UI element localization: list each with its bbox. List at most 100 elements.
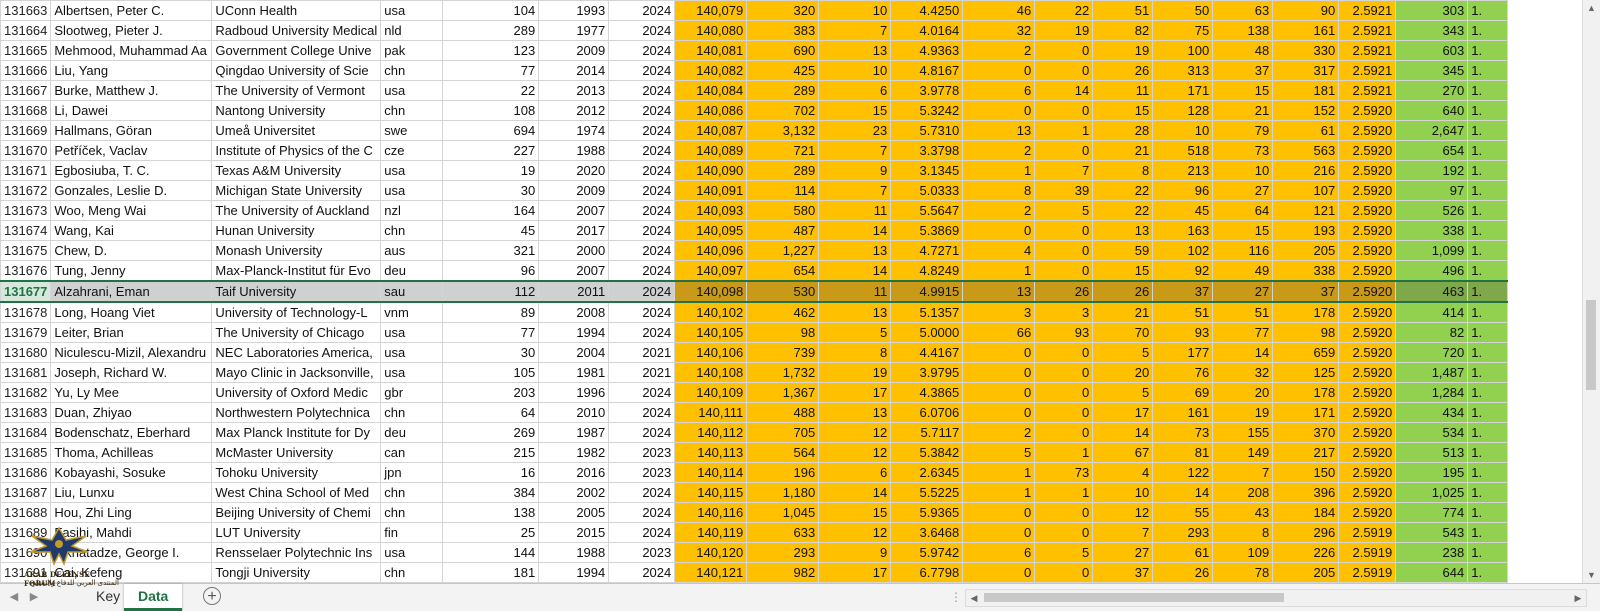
cell-c1[interactable]: 384 [442,482,540,503]
cell-c6[interactable]: 5 [818,322,892,343]
cell-c8[interactable]: 0 [962,522,1036,543]
table-row[interactable]: 131680 Niculescu-Mizil, Alexandru NEC Labo… [0,342,1509,363]
cell-name[interactable]: Hallmans, Göran [50,120,213,141]
cell-c5[interactable]: 320 [746,0,820,21]
cell-institution[interactable]: The University of Vermont [211,80,382,101]
cell-c1[interactable]: 108 [442,100,540,121]
cell-c13[interactable]: 178 [1272,382,1340,403]
cell-c12[interactable]: 64 [1212,200,1274,221]
cell-c13[interactable]: 107 [1272,180,1340,201]
cell-c2[interactable]: 2017 [538,220,610,241]
cell-c13[interactable]: 184 [1272,502,1340,523]
cell-c13[interactable]: 205 [1272,240,1340,261]
cell-c9[interactable]: 0 [1034,362,1094,383]
cell-c16[interactable]: 1. [1467,260,1509,282]
cell-c2[interactable]: 1996 [538,382,610,403]
row-header[interactable]: 131682 [0,382,52,403]
cell-c14[interactable]: 2.5921 [1338,20,1397,41]
cell-c2[interactable]: 2004 [538,342,610,363]
cell-c3[interactable]: 2024 [608,402,676,423]
cell-c12[interactable]: 19 [1212,402,1274,423]
cell-c16[interactable]: 1. [1467,140,1509,161]
cell-c11[interactable]: 50 [1152,0,1214,21]
cell-c4[interactable]: 140,098 [674,280,748,303]
cell-name[interactable]: Yu, Ly Mee [50,382,213,403]
cell-c2[interactable]: 1987 [538,422,610,443]
cell-c5[interactable]: 1,367 [746,382,820,403]
cell-c11[interactable]: 213 [1152,160,1214,181]
cell-c7[interactable]: 5.3842 [890,442,964,463]
cell-c13[interactable]: 563 [1272,140,1340,161]
cell-c8[interactable]: 13 [962,280,1036,303]
cell-c4[interactable]: 140,096 [674,240,748,261]
cell-c7[interactable]: 3.3798 [890,140,964,161]
cell-c5[interactable]: 580 [746,200,820,221]
cell-c6[interactable]: 9 [818,542,892,563]
cell-country[interactable]: chn [380,220,444,241]
cell-c9[interactable]: 0 [1034,562,1094,583]
cell-c6[interactable]: 15 [818,100,892,121]
cell-c4[interactable]: 140,114 [674,462,748,483]
cell-c6[interactable]: 11 [818,200,892,221]
cell-c7[interactable]: 5.1357 [890,301,964,323]
cell-country[interactable]: usa [380,160,444,181]
cell-c9[interactable]: 73 [1034,462,1094,483]
cell-c14[interactable]: 2.5919 [1338,542,1397,563]
cell-c4[interactable]: 140,105 [674,322,748,343]
cell-name[interactable]: Albertsen, Peter C. [50,0,213,21]
cell-c1[interactable]: 215 [442,442,540,463]
cell-c11[interactable]: 93 [1152,322,1214,343]
cell-c2[interactable]: 2007 [538,260,610,282]
cell-c16[interactable]: 1. [1467,160,1509,181]
cell-c10[interactable]: 37 [1092,562,1154,583]
cell-c1[interactable]: 123 [442,40,540,61]
cell-c13[interactable]: 193 [1272,220,1340,241]
cell-c7[interactable]: 5.3242 [890,100,964,121]
cell-name[interactable]: Thoma, Achilleas [50,442,213,463]
cell-c6[interactable]: 15 [818,502,892,523]
cell-c8[interactable]: 4 [962,240,1036,261]
row-header[interactable]: 131684 [0,422,52,443]
table-row[interactable]: 131672 Gonzales, Leslie D. Michigan State … [0,180,1509,201]
cell-c14[interactable]: 2.5920 [1338,200,1397,221]
cell-c2[interactable]: 2007 [538,200,610,221]
cell-c10[interactable]: 10 [1092,482,1154,503]
cell-c14[interactable]: 2.5921 [1338,60,1397,81]
cell-c6[interactable]: 17 [818,562,892,583]
cell-c13[interactable]: 178 [1272,301,1340,323]
cell-c12[interactable]: 208 [1212,482,1274,503]
cell-c4[interactable]: 140,081 [674,40,748,61]
cell-c8[interactable]: 0 [962,342,1036,363]
scroll-up-icon[interactable]: ▲ [1583,0,1600,16]
cell-c10[interactable]: 22 [1092,200,1154,221]
cell-c10[interactable]: 28 [1092,120,1154,141]
cell-c11[interactable]: 75 [1152,20,1214,41]
table-row[interactable]: 131679 Leiter, Brian The University of Chi… [0,322,1509,343]
cell-c4[interactable]: 140,108 [674,362,748,383]
cell-name[interactable]: Duan, Zhiyao [50,402,213,423]
cell-c3[interactable]: 2024 [608,200,676,221]
cell-c14[interactable]: 2.5919 [1338,562,1397,583]
cell-c11[interactable]: 102 [1152,240,1214,261]
cell-c9[interactable]: 93 [1034,322,1094,343]
row-header[interactable]: 131664 [0,20,52,41]
cell-c14[interactable]: 2.5920 [1338,180,1397,201]
cell-c13[interactable]: 370 [1272,422,1340,443]
cell-c16[interactable]: 1. [1467,542,1509,563]
cell-c12[interactable]: 21 [1212,100,1274,121]
cell-c9[interactable]: 0 [1034,100,1094,121]
cell-name[interactable]: Niculescu-Mizil, Alexandru [50,342,213,363]
cell-c4[interactable]: 140,109 [674,382,748,403]
cell-c3[interactable]: 2024 [608,140,676,161]
cell-c10[interactable]: 70 [1092,322,1154,343]
cell-c11[interactable]: 177 [1152,342,1214,363]
cell-c2[interactable]: 2014 [538,60,610,81]
cell-c7[interactable]: 2.6345 [890,462,964,483]
cell-institution[interactable]: Beijing University of Chemi [211,502,382,523]
cell-c15[interactable]: 345 [1395,60,1469,81]
cell-c12[interactable]: 15 [1212,220,1274,241]
spreadsheet-grid[interactable]: 131663 Albertsen, Peter C. UConn Health usa… [0,0,1583,583]
cell-c12[interactable]: 20 [1212,382,1274,403]
cell-c13[interactable]: 659 [1272,342,1340,363]
cell-c12[interactable]: 32 [1212,362,1274,383]
